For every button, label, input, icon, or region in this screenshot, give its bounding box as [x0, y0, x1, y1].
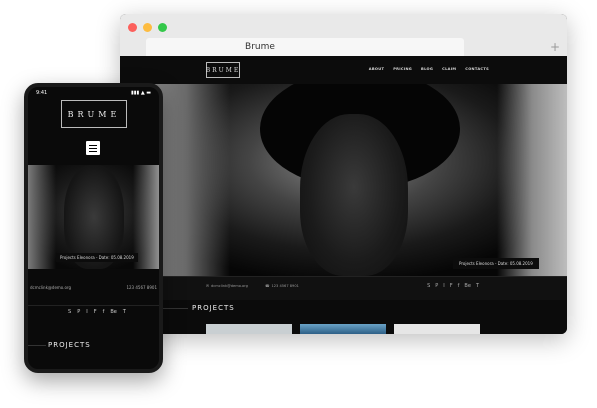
site-nav: ABOUT PRICING BLOG CLAIM CONTACTS — [369, 67, 489, 71]
project-thumb-1[interactable] — [206, 324, 292, 334]
nav-item-contacts[interactable]: CONTACTS — [465, 67, 489, 71]
phone-contact-info: dcmclink@demo.org 123 4567 8901 — [28, 285, 159, 290]
facebook-icon[interactable]: f — [103, 309, 105, 315]
mail-icon: ✉ — [206, 284, 210, 288]
skype-icon[interactable]: S — [68, 309, 71, 315]
browser-chrome: Brume + — [120, 14, 567, 56]
skype-icon[interactable]: S — [427, 283, 430, 289]
browser-tab[interactable]: Brume — [146, 38, 464, 56]
browser-window: Brume + BRUME ABOUT PRICING BLOG CLAIM C… — [120, 14, 567, 334]
twitter-icon[interactable]: T — [476, 283, 479, 289]
site-logo[interactable]: BRUME — [206, 62, 240, 78]
nav-item-blog[interactable]: BLOG — [421, 67, 433, 71]
projects-section: PROJECTS — [120, 300, 567, 334]
minimize-window-button[interactable] — [143, 23, 152, 32]
nav-item-claim[interactable]: CLAIM — [442, 67, 456, 71]
phone-status-bar: 9:41 ▮▮▮ ▲ ▬ — [28, 87, 159, 99]
hero-image — [120, 84, 567, 276]
behance-icon[interactable]: Be — [110, 309, 117, 315]
new-tab-button[interactable]: + — [547, 38, 563, 56]
phone-icon: ☎ — [265, 284, 270, 288]
window-controls — [128, 23, 167, 32]
phone-projects-divider — [28, 345, 46, 346]
maximize-window-button[interactable] — [158, 23, 167, 32]
social-links: S P I F f Be T — [427, 283, 479, 289]
phone-projects-title: PROJECTS — [48, 341, 91, 349]
project-thumb-2[interactable] — [300, 324, 386, 334]
browser-tab-title: Brume — [245, 42, 275, 52]
hero-caption[interactable]: Projects Eleonora - Date: 05.08.2019 — [453, 258, 539, 269]
flickr-icon[interactable]: F — [94, 309, 97, 315]
pinterest-icon[interactable]: P — [77, 309, 80, 315]
phone-hero-caption[interactable]: Projects Eleonora - Date: 05.08.2019 — [56, 253, 138, 262]
behance-icon[interactable]: Be — [464, 283, 471, 289]
nav-item-pricing[interactable]: PRICING — [393, 67, 412, 71]
instagram-icon[interactable]: I — [443, 283, 444, 289]
hero-face — [300, 114, 408, 276]
email-text: dcmclink@demo.org — [211, 284, 248, 288]
project-thumb-3[interactable] — [394, 324, 480, 334]
phone-phone-text[interactable]: 123 4567 8901 — [126, 285, 157, 290]
nav-item-about[interactable]: ABOUT — [369, 67, 384, 71]
projects-title: PROJECTS — [192, 304, 235, 312]
facebook-icon[interactable]: f — [458, 283, 460, 289]
hamburger-menu-icon[interactable] — [86, 141, 100, 155]
phone-mockup: 9:41 ▮▮▮ ▲ ▬ BRUME Projects Eleonora - D… — [24, 83, 163, 373]
phone-text: 123 4567 8901 — [271, 284, 299, 288]
phone-info[interactable]: ☎ 123 4567 8901 — [265, 284, 299, 288]
email-info[interactable]: ✉ dcmclink@demo.org — [206, 284, 248, 288]
site-header: BRUME ABOUT PRICING BLOG CLAIM CONTACTS — [120, 56, 567, 84]
phone-site-logo[interactable]: BRUME — [61, 100, 127, 128]
close-window-button[interactable] — [128, 23, 137, 32]
phone-social-links: S P I F f Be T — [68, 309, 126, 315]
twitter-icon[interactable]: T — [123, 309, 126, 315]
phone-hero-light-left — [28, 165, 56, 269]
flickr-icon[interactable]: F — [450, 283, 453, 289]
phone-email-text[interactable]: dcmclink@demo.org — [30, 285, 71, 290]
signal-icon: ▮▮▮ ▲ ▬ — [130, 90, 151, 96]
phone-divider — [28, 305, 159, 306]
hero-light-right — [497, 84, 567, 276]
info-bar: ✉ dcmclink@demo.org ☎ 123 4567 8901 S P … — [120, 276, 567, 301]
pinterest-icon[interactable]: P — [435, 283, 438, 289]
instagram-icon[interactable]: I — [86, 309, 87, 315]
phone-time: 9:41 — [36, 90, 48, 96]
